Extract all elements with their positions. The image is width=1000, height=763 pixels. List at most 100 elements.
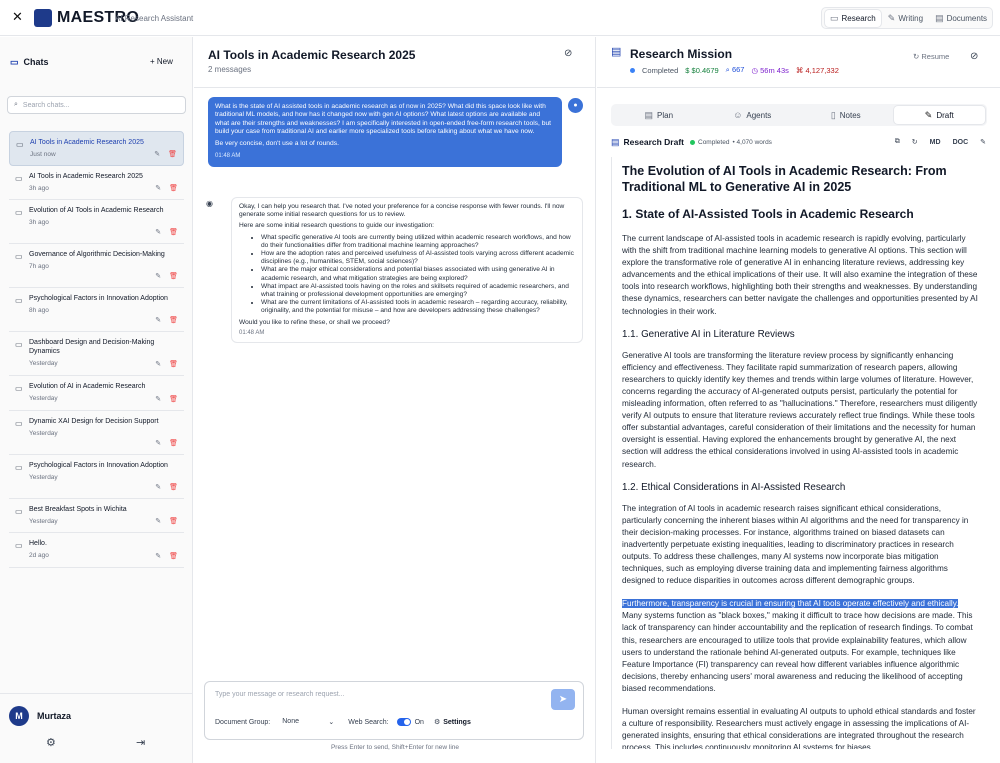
edit-icon[interactable]: ✎ [155,316,161,324]
assistant-outro: Would you like to refine these, or shall… [239,318,390,326]
avatar: M [9,706,29,726]
gear-icon[interactable]: ⚙ [46,736,56,749]
chat-actions: ✎ 🗑 [155,552,178,560]
cpu-icon: ⌘ [795,65,806,75]
edit-icon[interactable]: ✎ [154,150,160,158]
chat-time: Yesterday [29,429,58,437]
chat-list-item[interactable]: ▭ Governance of Algorithmic Decision-Maki… [9,244,184,288]
tab-plan[interactable]: ▤ Plan [613,106,705,124]
message-composer: Type your message or research request...… [204,681,584,740]
user-avatar-icon: ● [568,98,583,113]
chat-panel: AI Tools in Academic Research 2025 2 mes… [194,37,596,763]
chat-actions: ✎ 🗑 [155,439,178,447]
draft-toolbar: ▤ Research Draft Completed • 4,070 words … [611,135,986,149]
refresh-icon[interactable]: ↻ [912,138,918,146]
chat-list-item[interactable]: ▭ AI Tools in Academic Research 2025 3h ag… [9,166,184,200]
chat-list-item[interactable]: ▭ Psychological Factors in Innovation Ado… [9,288,184,332]
user-message-text: What is the state of AI assisted tools i… [215,103,552,135]
close-icon[interactable]: ✕ [12,9,23,25]
edit-icon[interactable]: ✎ [980,138,986,146]
trash-icon[interactable]: 🗑 [168,150,177,158]
chat-list-item[interactable]: ▭ Best Breakfast Spots in Wichita Yesterda… [9,499,184,533]
edit-icon[interactable]: ✎ [155,483,161,491]
chat-list-item[interactable]: ▭ Dynamic XAI Design for Decision Support… [9,411,184,455]
edit-icon[interactable]: ✎ [155,228,161,236]
edit-icon[interactable]: ✎ [155,552,161,560]
edit-icon[interactable]: ✎ [155,439,161,447]
mode-writing-button[interactable]: ✎ Writing [883,10,928,27]
input-hint: Press Enter to send, Shift+Enter for new… [330,744,460,751]
chat-icon: ▭ [15,252,23,261]
eye-off-icon[interactable]: ⊘ [564,48,572,59]
chat-icon: ▭ [16,140,24,149]
search-chats-input[interactable]: ⌕ Search chats... [7,96,186,114]
chat-list-item[interactable]: ▭ Dashboard Design and Decision-Making Dy… [9,332,184,376]
subsection-heading: 1.1. Generative AI in Literature Reviews [622,328,795,340]
trash-icon[interactable]: 🗑 [169,552,178,560]
document-icon: ▤ [935,12,944,23]
paragraph: Furthermore, transparency is crucial in … [622,599,973,693]
robot-icon: ☺ [733,109,743,120]
assistant-message: Okay, I can help you research that. I've… [231,197,583,344]
trash-icon[interactable]: 🗑 [169,272,178,280]
mode-documents-button[interactable]: ▤ Documents [930,10,992,27]
selected-text: Furthermore, transparency is crucial in … [622,599,959,609]
chat-icon: ▭ [15,506,23,516]
chat-actions: ✎ 🗑 [155,228,178,236]
eye-off-icon[interactable]: ⊘ [970,51,978,62]
username: Murtaza [37,711,72,721]
logout-icon[interactable]: ⇥ [136,736,145,749]
edit-icon[interactable]: ✎ [155,517,161,525]
message-time: 01:48 AM [239,329,265,336]
chat-list-item[interactable]: ▭ Psychological Factors in Innovation Ado… [9,455,184,499]
chat-list-item[interactable]: ▭ Evolution of AI in Academic Research Yes… [9,376,184,411]
trash-icon[interactable]: 🗑 [169,316,178,324]
chat-list-item[interactable]: ▭ AI Tools in Academic Research 2025 Just … [9,131,184,166]
document-icon: ▤ [644,109,653,120]
tab-notes[interactable]: ▯ Notes [800,106,892,124]
clock-icon: ◷ [751,65,761,75]
document-group-select[interactable]: None ⌄ [282,718,334,726]
new-chat-button[interactable]: + New [150,57,173,66]
chat-actions: ✎ 🗑 [155,395,178,403]
trash-icon[interactable]: 🗑 [169,517,178,525]
draft-document: The Evolution of AI Tools in Academic Re… [611,157,988,749]
message-count: 2 messages [208,65,252,74]
mission-stats: Completed $ $0.4679 ⌕ 667 ◷ 56m 43s ⌘ 4,… [630,65,839,75]
user-message-text: Be very concise, don't use a lot of roun… [215,140,339,148]
edit-icon[interactable]: ✎ [155,360,161,368]
trash-icon[interactable]: 🗑 [169,360,178,368]
download-md-button[interactable]: MD [930,139,941,146]
download-doc-button[interactable]: DOC [953,139,969,146]
tab-agents[interactable]: ☺ Agents [707,106,799,124]
edit-icon[interactable]: ✎ [155,184,161,192]
bot-icon: ◉ [206,199,213,208]
settings-button[interactable]: Settings [443,719,471,726]
duration-stat: ◷ 56m 43s [751,65,789,75]
resume-button[interactable]: ↻ Resume [913,52,949,61]
chats-heading: ▭ Chats [10,56,49,67]
copy-icon[interactable]: ⧉ [895,138,900,146]
trash-icon[interactable]: 🗑 [169,184,178,192]
user-profile[interactable]: M Murtaza [9,706,71,726]
web-search-toggle[interactable] [396,718,411,726]
chat-list-item[interactable]: ▭ Evolution of AI Tools in Academic Resea… [9,200,184,244]
trash-icon[interactable]: 🗑 [169,395,178,403]
plus-icon: + [150,57,157,66]
edit-icon[interactable]: ✎ [155,272,161,280]
edit-icon[interactable]: ✎ [155,395,161,403]
chevron-down-icon: ⌄ [328,719,335,726]
tab-draft[interactable]: ✎ Draft [893,106,985,124]
chat-title: Dynamic XAI Design for Decision Support [29,417,159,425]
send-button[interactable]: ➤ [551,689,575,710]
message-input[interactable]: Type your message or research request... [215,691,345,698]
trash-icon[interactable]: 🗑 [169,439,178,447]
send-icon: ➤ [558,694,568,705]
chat-title: Evolution of AI Tools in Academic Resear… [29,207,164,214]
trash-icon[interactable]: 🗑 [169,228,178,236]
chat-list-item[interactable]: ▭ Hello. 2d ago ✎ 🗑 [9,533,184,568]
trash-icon[interactable]: 🗑 [169,483,178,491]
chat-title: Governance of Algorithmic Decision-Makin… [29,251,165,258]
search-icon: ⌕ [14,101,18,108]
mode-research-button[interactable]: ▭ Research [825,9,881,27]
